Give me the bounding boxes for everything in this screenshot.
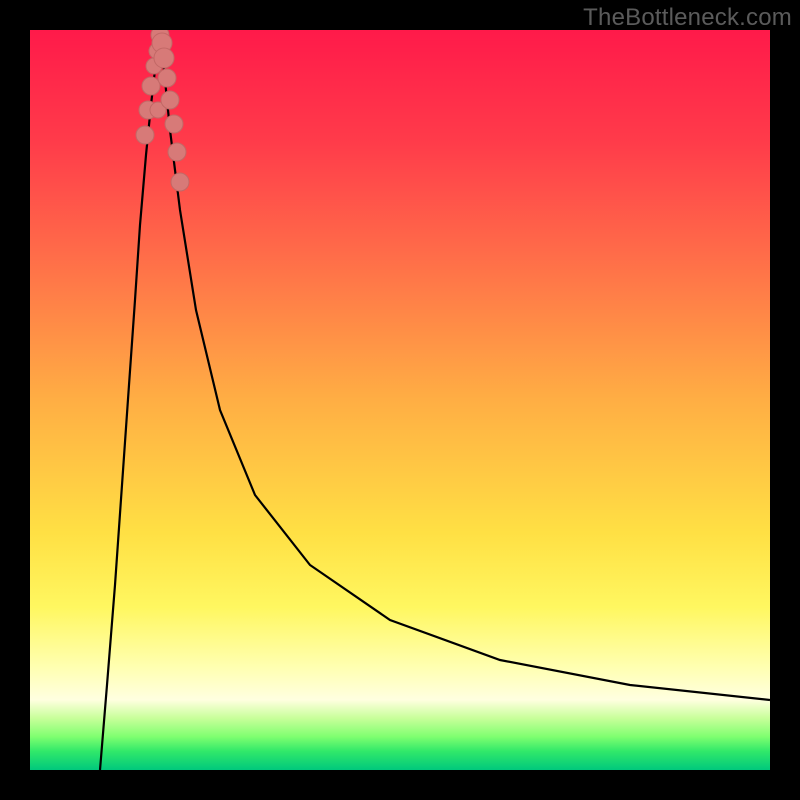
marker-point xyxy=(171,173,189,191)
curve-layer xyxy=(30,30,770,770)
marker-point xyxy=(168,143,186,161)
chart-frame: TheBottleneck.com xyxy=(0,0,800,800)
watermark: TheBottleneck.com xyxy=(583,4,792,32)
curve-right-arm xyxy=(160,30,770,700)
marker-point xyxy=(136,126,154,144)
marker-point xyxy=(161,91,179,109)
marker-point xyxy=(165,115,183,133)
plot-area xyxy=(30,30,770,770)
marker-point xyxy=(154,48,174,68)
marker-point xyxy=(158,69,176,87)
marker-point xyxy=(142,77,160,95)
